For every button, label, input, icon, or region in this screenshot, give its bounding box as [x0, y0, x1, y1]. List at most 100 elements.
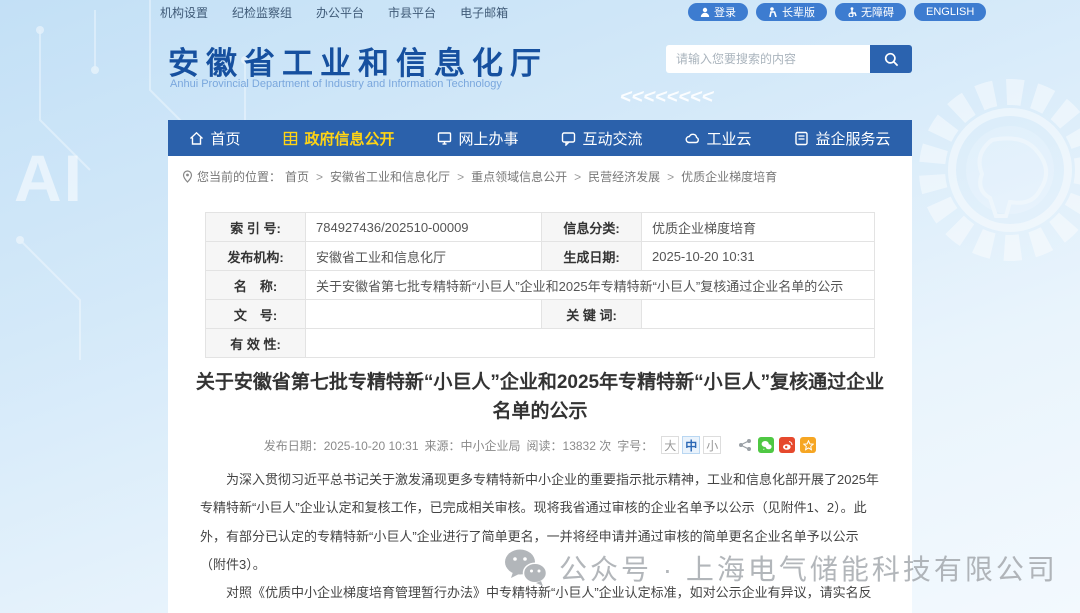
doc-number-label: 文 号: [206, 300, 306, 329]
table-row: 有 效 性: [206, 329, 875, 358]
breadcrumb-separator: > [574, 170, 581, 184]
index-number-value: 784927436/202510-00009 [306, 213, 542, 242]
login-button[interactable]: 登录 [688, 3, 748, 21]
watermark: 公众号 · 上海电气储能科技有限公司 [503, 548, 1058, 588]
document-cloud-icon [794, 131, 809, 146]
article-meta: 发布日期：2025-10-20 10:31 来源：中小企业局 阅读：13832 … [168, 436, 912, 454]
article-title: 关于安徽省第七批专精特新“小巨人”企业和2025年专精特新“小巨人”复核通过企业… [195, 368, 885, 427]
breadcrumb-separator: > [667, 170, 674, 184]
english-label: ENGLISH [926, 6, 974, 18]
chevrons-decoration: <<<<<<<< [618, 86, 716, 109]
english-button[interactable]: ENGLISH [914, 3, 986, 21]
keyword-label: 关 键 词: [542, 300, 642, 329]
fontsize-large-button[interactable]: 大 [661, 436, 679, 454]
nav-item-industry-cloud[interactable]: 工业云 [685, 128, 751, 149]
breadcrumb-separator: > [457, 170, 464, 184]
nav-label-gov-info: 政府信息公开 [304, 128, 394, 149]
accessibility-button[interactable]: 无障碍 [835, 3, 906, 21]
nav-item-online-service[interactable]: 网上办事 [437, 128, 518, 149]
fontsize-switcher: 大 中 小 [661, 436, 721, 454]
nav-label-interaction: 互动交流 [582, 128, 642, 149]
validity-label: 有 效 性: [206, 329, 306, 358]
login-label: 登录 [714, 4, 736, 20]
topbar-actions: 登录 长辈版 无障碍 ENGLISH [688, 3, 986, 21]
publish-date: 发布日期：2025-10-20 10:31 [264, 437, 419, 454]
weibo-share-icon[interactable] [779, 437, 795, 453]
site-title: 安徽省工业和信息化厅 [168, 38, 548, 83]
validity-value [306, 329, 875, 358]
topbar-links: 机构设置 纪检监察组 办公平台 市县平台 电子邮箱 [160, 4, 508, 21]
share-icon[interactable] [737, 437, 753, 453]
breadcrumb: 您当前的位置： 首页 > 安徽省工业和信息化厅 > 重点领域信息公开 > 民营经… [168, 156, 912, 185]
user-icon [700, 7, 710, 17]
generation-date-value: 2025-10-20 10:31 [642, 242, 875, 271]
read-count: 阅读：13832 次 [527, 437, 612, 454]
page: AI <<<<<<<< 机构设置 纪检监察组 办公平台 市县平台 电子邮箱 [0, 0, 1080, 613]
wechat-share-icon[interactable] [758, 437, 774, 453]
fontsize-medium-button[interactable]: 中 [682, 436, 700, 454]
name-value: 关于安徽省第七批专精特新“小巨人”企业和2025年专精特新“小巨人”复核通过企业… [306, 271, 875, 300]
watermark-text: 公众号 · 上海电气储能科技有限公司 [559, 548, 1058, 588]
breadcrumb-private-economy[interactable]: 民营经济发展 [588, 168, 660, 185]
breadcrumb-current[interactable]: 优质企业梯度培育 [681, 168, 777, 185]
nav-label-enterprise-cloud: 益企服务云 [815, 128, 890, 149]
fontsize-small-button[interactable]: 小 [703, 436, 721, 454]
home-icon [189, 131, 204, 146]
topbar-link-discipline[interactable]: 纪检监察组 [232, 4, 292, 21]
grid-icon [283, 131, 298, 146]
nav-item-interaction[interactable]: 互动交流 [561, 128, 642, 149]
breadcrumb-department[interactable]: 安徽省工业和信息化厅 [330, 168, 450, 185]
table-row: 名 称: 关于安徽省第七批专精特新“小巨人”企业和2025年专精特新“小巨人”复… [206, 271, 875, 300]
table-row: 发布机构: 安徽省工业和信息化厅 生成日期: 2025-10-20 10:31 [206, 242, 875, 271]
breadcrumb-home[interactable]: 首页 [285, 168, 309, 185]
search-input[interactable] [666, 45, 870, 73]
nav-item-gov-info[interactable]: 政府信息公开 [283, 128, 394, 149]
document-info-table: 索 引 号: 784927436/202510-00009 信息分类: 优质企业… [205, 212, 875, 358]
breadcrumb-key-areas[interactable]: 重点领域信息公开 [471, 168, 567, 185]
nav-label-home: 首页 [210, 128, 240, 149]
location-pin-icon [182, 170, 193, 183]
keyword-value [642, 300, 875, 329]
info-category-value: 优质企业梯度培育 [642, 213, 875, 242]
topbar-link-office[interactable]: 办公平台 [316, 4, 364, 21]
elder-version-button[interactable]: 长辈版 [756, 3, 827, 21]
nav-label-industry-cloud: 工业云 [706, 128, 751, 149]
share-icons [737, 437, 816, 453]
nav-item-home[interactable]: 首页 [189, 128, 240, 149]
issuing-agency-label: 发布机构: [206, 242, 306, 271]
nav-label-online-service: 网上办事 [458, 128, 518, 149]
table-row: 文 号: 关 键 词: [206, 300, 875, 329]
issuing-agency-value: 安徽省工业和信息化厅 [306, 242, 542, 271]
fontsize-label: 字号： [617, 437, 653, 454]
topbar-link-email[interactable]: 电子邮箱 [460, 4, 508, 21]
topbar-link-org[interactable]: 机构设置 [160, 4, 208, 21]
search-button[interactable] [870, 45, 912, 73]
content-card: 您当前的位置： 首页 > 安徽省工业和信息化厅 > 重点领域信息公开 > 民营经… [168, 156, 912, 613]
breadcrumb-separator: > [316, 170, 323, 184]
cloud-icon [685, 131, 700, 146]
wheelchair-icon [847, 7, 857, 17]
site-subtitle: Anhui Provincial Department of Industry … [170, 78, 502, 90]
favorite-star-icon[interactable] [800, 437, 816, 453]
search-box [666, 45, 912, 73]
article-body: 为深入贯彻习近平总书记关于激发涌现更多专精特新中小企业的重要指示批示精神，工业和… [200, 466, 882, 613]
index-number-label: 索 引 号: [206, 213, 306, 242]
monitor-icon [437, 131, 452, 146]
table-row: 索 引 号: 784927436/202510-00009 信息分类: 优质企业… [206, 213, 875, 242]
accessibility-label: 无障碍 [861, 4, 894, 20]
gear-brain-decoration [900, 60, 1080, 280]
top-utility-bar: 机构设置 纪检监察组 办公平台 市县平台 电子邮箱 登录 长辈版 无障碍 ENG… [0, 0, 1080, 24]
source: 来源：中小企业局 [425, 437, 521, 454]
elder-version-label: 长辈版 [782, 4, 815, 20]
wechat-logo-icon [503, 548, 549, 588]
name-label: 名 称: [206, 271, 306, 300]
breadcrumb-prefix: 您当前的位置： [197, 168, 281, 185]
doc-number-value [306, 300, 542, 329]
main-nav: 首页 政府信息公开 网上办事 互动交流 工业云 益企服务云 [168, 120, 912, 156]
topbar-link-city[interactable]: 市县平台 [388, 4, 436, 21]
generation-date-label: 生成日期: [542, 242, 642, 271]
search-icon [884, 52, 899, 67]
info-category-label: 信息分类: [542, 213, 642, 242]
chat-icon [561, 131, 576, 146]
nav-item-enterprise-cloud[interactable]: 益企服务云 [794, 128, 890, 149]
